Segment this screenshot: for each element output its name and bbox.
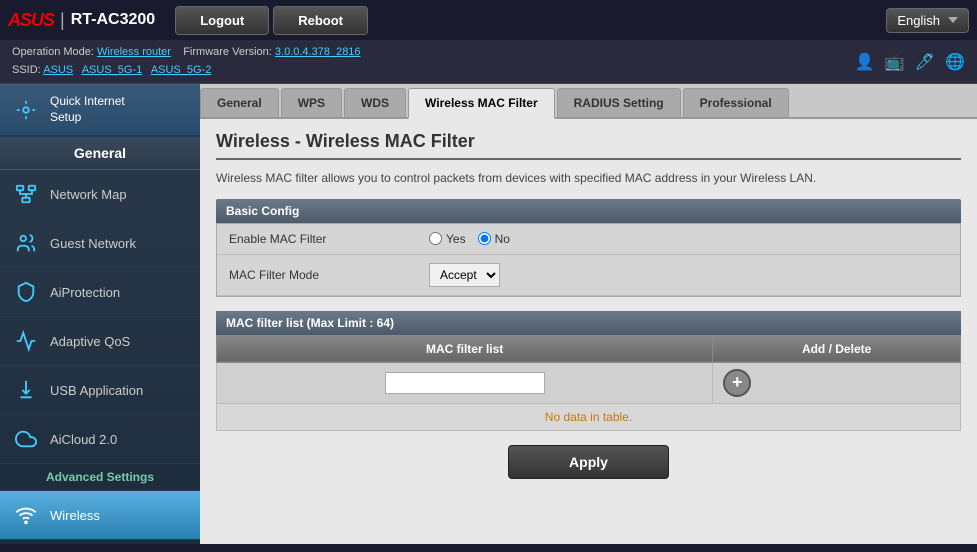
tab-general[interactable]: General [200, 88, 279, 117]
op-mode-value[interactable]: Wireless router [97, 46, 171, 58]
header: ASUS | RT-AC3200 Logout Reboot English [0, 0, 977, 40]
language-dropdown-arrow [948, 17, 958, 23]
tab-professional[interactable]: Professional [683, 88, 789, 117]
basic-config-header: Basic Config [216, 199, 961, 223]
apply-button[interactable]: Apply [508, 445, 669, 479]
monitor-icon[interactable]: 📺 [885, 52, 905, 72]
mac-filter-mode-row: MAC Filter Mode Accept Reject [217, 255, 960, 296]
user-icon[interactable]: 👤 [855, 52, 875, 72]
status-info: Operation Mode: Wireless router Firmware… [12, 44, 361, 79]
ssid-asus[interactable]: ASUS [43, 64, 73, 76]
add-mac-button[interactable]: + [723, 369, 751, 397]
firmware-value[interactable]: 3.0.0.4.378_2816 [275, 46, 361, 58]
enable-mac-filter-value: Yes No [429, 232, 510, 246]
sidebar-advanced-header: Advanced Settings [0, 464, 200, 491]
logo: ASUS | RT-AC3200 [8, 10, 155, 31]
sidebar-item-usb-application[interactable]: USB Application [0, 366, 200, 415]
tab-wps[interactable]: WPS [281, 88, 342, 117]
aicloud-label: AiCloud 2.0 [50, 432, 117, 447]
firmware-label: Firmware Version: [183, 46, 272, 58]
mac-input-cell [217, 362, 713, 403]
language-label: English [897, 13, 940, 28]
guest-network-label: Guest Network [50, 236, 136, 251]
enable-mac-filter-row: Enable MAC Filter Yes No [217, 224, 960, 255]
aiprotection-label: AiProtection [50, 285, 120, 300]
filter-list-section: MAC filter list (Max Limit : 64) MAC fil… [216, 311, 961, 431]
yes-label: Yes [446, 232, 466, 246]
wireless-icon [12, 501, 40, 529]
yes-radio[interactable] [429, 232, 442, 245]
adaptive-qos-icon [12, 327, 40, 355]
usb-icon[interactable]: 🖊 [915, 52, 935, 72]
no-data-row: No data in table. [217, 403, 961, 430]
mac-filter-mode-label: MAC Filter Mode [229, 268, 429, 282]
adaptive-qos-label: Adaptive QoS [50, 334, 130, 349]
no-option[interactable]: No [478, 232, 510, 246]
filter-table: MAC filter list Add / Delete + [216, 335, 961, 431]
sidebar-item-aicloud[interactable]: AiCloud 2.0 [0, 415, 200, 464]
sidebar-item-adaptive-qos[interactable]: Adaptive QoS [0, 317, 200, 366]
no-radio[interactable] [478, 232, 491, 245]
header-buttons: Logout Reboot [175, 6, 368, 35]
sidebar: Quick InternetSetup General Network Map [0, 84, 200, 544]
language-selector[interactable]: English [886, 8, 969, 33]
mac-input-row: + [217, 362, 961, 403]
sidebar-item-aiprotection[interactable]: AiProtection [0, 268, 200, 317]
main-content: Wireless - Wireless MAC Filter Wireless … [200, 119, 977, 505]
reboot-button[interactable]: Reboot [273, 6, 368, 35]
status-bar: Operation Mode: Wireless router Firmware… [0, 40, 977, 84]
aiprotection-icon [12, 278, 40, 306]
logout-button[interactable]: Logout [175, 6, 269, 35]
no-data-cell: No data in table. [217, 403, 961, 430]
filter-list-header: MAC filter list (Max Limit : 64) [216, 311, 961, 335]
enable-mac-filter-label: Enable MAC Filter [229, 232, 429, 246]
basic-config-section: Basic Config Enable MAC Filter Yes [216, 199, 961, 297]
quick-setup-icon [12, 96, 40, 124]
quick-setup-label: Quick InternetSetup [50, 94, 125, 125]
network-map-icon [12, 180, 40, 208]
sidebar-general-header: General [0, 137, 200, 170]
asus-logo-text: ASUS [8, 10, 54, 31]
usb-application-icon [12, 376, 40, 404]
network-icon[interactable]: 🌐 [945, 52, 965, 72]
status-icons: 👤 📺 🖊 🌐 [855, 52, 965, 72]
page-description: Wireless MAC filter allows you to contro… [216, 170, 961, 187]
ssid-5g1[interactable]: ASUS_5G-1 [82, 64, 143, 76]
apply-section: Apply [216, 431, 961, 493]
mac-filter-mode-value: Accept Reject [429, 263, 500, 287]
tab-radius-setting[interactable]: RADIUS Setting [557, 88, 681, 117]
yes-option[interactable]: Yes [429, 232, 466, 246]
add-delete-cell: + [713, 362, 961, 403]
tab-wds[interactable]: WDS [344, 88, 406, 117]
sidebar-item-quick-setup[interactable]: Quick InternetSetup [0, 84, 200, 137]
page-title: Wireless - Wireless MAC Filter [216, 131, 961, 160]
aicloud-icon [12, 425, 40, 453]
col-add-delete: Add / Delete [713, 335, 961, 362]
col-mac-list: MAC filter list [217, 335, 713, 362]
model-name: RT-AC3200 [71, 11, 155, 29]
tab-wireless-mac-filter[interactable]: Wireless MAC Filter [408, 88, 555, 119]
main-layout: Quick InternetSetup General Network Map [0, 84, 977, 544]
mac-input-field[interactable] [385, 372, 545, 394]
wireless-label: Wireless [50, 508, 100, 523]
op-mode-label: Operation Mode: [12, 46, 94, 58]
sidebar-item-guest-network[interactable]: Guest Network [0, 219, 200, 268]
ssid-5g2[interactable]: ASUS_5G-2 [151, 64, 212, 76]
basic-config-body: Enable MAC Filter Yes No [216, 223, 961, 297]
sidebar-item-network-map[interactable]: Network Map [0, 170, 200, 219]
content-area: General WPS WDS Wireless MAC Filter RADI… [200, 84, 977, 544]
no-label: No [495, 232, 510, 246]
tabs: General WPS WDS Wireless MAC Filter RADI… [200, 84, 977, 119]
network-map-label: Network Map [50, 187, 127, 202]
ssid-label: SSID: [12, 64, 41, 76]
guest-network-icon [12, 229, 40, 257]
mac-filter-mode-select[interactable]: Accept Reject [429, 263, 500, 287]
usb-application-label: USB Application [50, 383, 143, 398]
sidebar-item-wireless[interactable]: Wireless [0, 491, 200, 540]
